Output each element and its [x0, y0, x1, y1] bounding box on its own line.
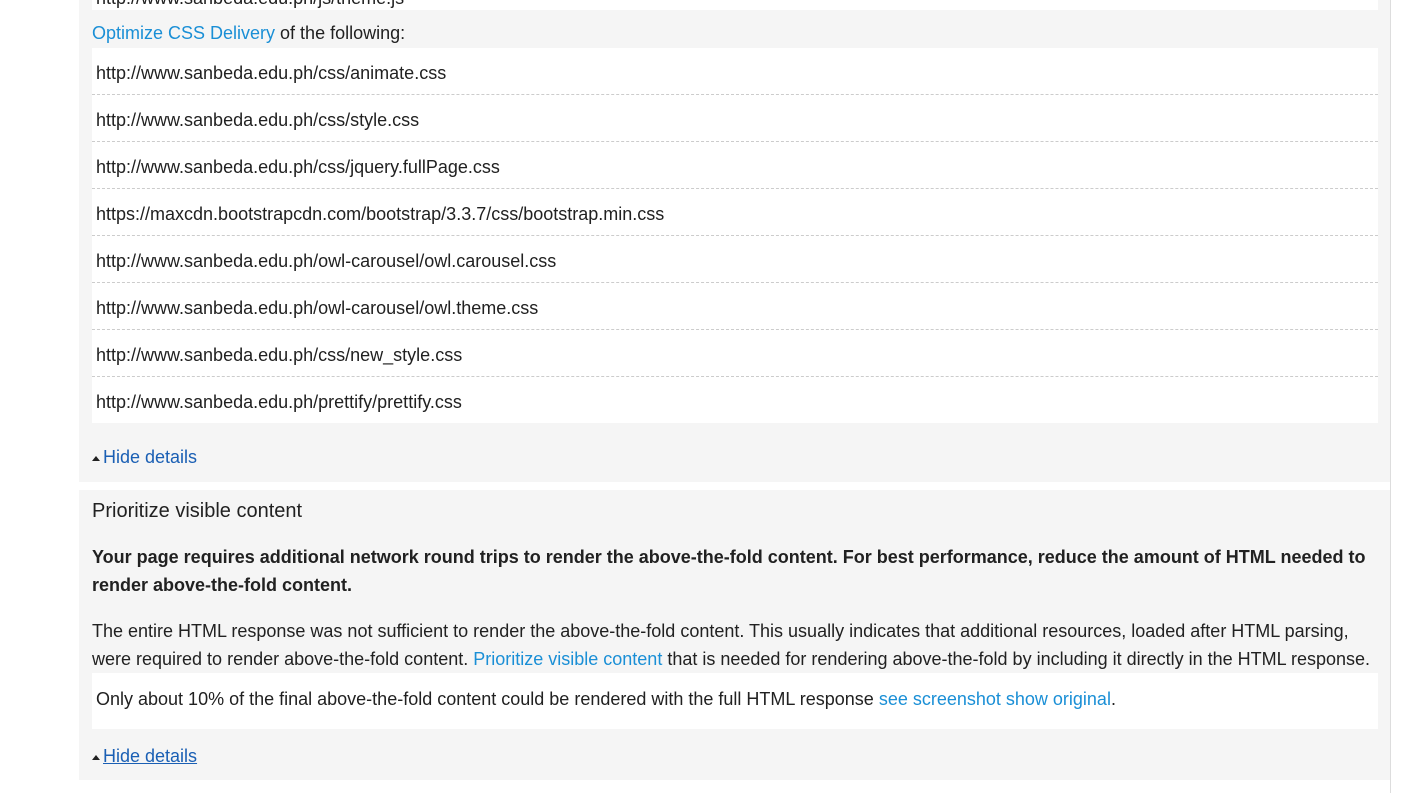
section-summary: Your page requires additional network ro…: [92, 547, 1366, 595]
hide-details-toggle-css[interactable]: Hide details: [92, 446, 197, 468]
see-screenshot-link[interactable]: see screenshot show original: [879, 689, 1111, 709]
note-prefix: Only about 10% of the final above-the-fo…: [96, 689, 879, 709]
optimize-css-link[interactable]: Optimize CSS Delivery: [92, 23, 275, 43]
triangle-up-icon: [92, 456, 100, 461]
previous-url-row: http://www.sanbeda.edu.ph/js/theme.js: [92, 0, 1378, 10]
list-item: http://www.sanbeda.edu.ph/prettify/prett…: [96, 392, 462, 412]
list-item: http://www.sanbeda.edu.ph/css/animate.cs…: [92, 48, 1378, 95]
body-suffix: that is needed for rendering above-the-f…: [662, 649, 1371, 669]
prioritize-visible-link[interactable]: Prioritize visible content: [473, 649, 662, 669]
list-item: http://www.sanbeda.edu.ph/owl-carousel/o…: [92, 236, 1378, 283]
previous-url-text: http://www.sanbeda.edu.ph/js/theme.js: [96, 0, 404, 9]
hide-details-toggle-pvc[interactable]: Hide details: [92, 745, 197, 767]
section-body: The entire HTML response was not suffici…: [92, 617, 1382, 673]
list-item: http://www.sanbeda.edu.ph/css/jquery.ful…: [92, 142, 1378, 189]
above-fold-note: Only about 10% of the final above-the-fo…: [92, 673, 1378, 729]
optimize-css-section: http://www.sanbeda.edu.ph/js/theme.js Op…: [79, 0, 1390, 482]
hide-details-link[interactable]: Hide details: [103, 746, 197, 766]
triangle-up-icon: [92, 755, 100, 760]
note-suffix: .: [1110, 689, 1116, 709]
list-item: http://www.sanbeda.edu.ph/css/new_style.…: [92, 330, 1378, 377]
css-intro: Optimize CSS Delivery of the following:: [92, 21, 405, 45]
panel-right-border: [1390, 0, 1391, 793]
list-item: http://www.sanbeda.edu.ph/owl-carousel/o…: [92, 283, 1378, 330]
list-item: http://www.sanbeda.edu.ph/css/style.css: [92, 95, 1378, 142]
list-item: https://maxcdn.bootstrapcdn.com/bootstra…: [92, 189, 1378, 236]
css-url-list: http://www.sanbeda.edu.ph/css/animate.cs…: [92, 48, 1378, 423]
hide-details-link[interactable]: Hide details: [103, 447, 197, 467]
css-intro-suffix: of the following:: [275, 23, 406, 43]
section-title: Prioritize visible content: [92, 500, 303, 522]
prioritize-visible-section: Prioritize visible content Your page req…: [79, 490, 1390, 780]
